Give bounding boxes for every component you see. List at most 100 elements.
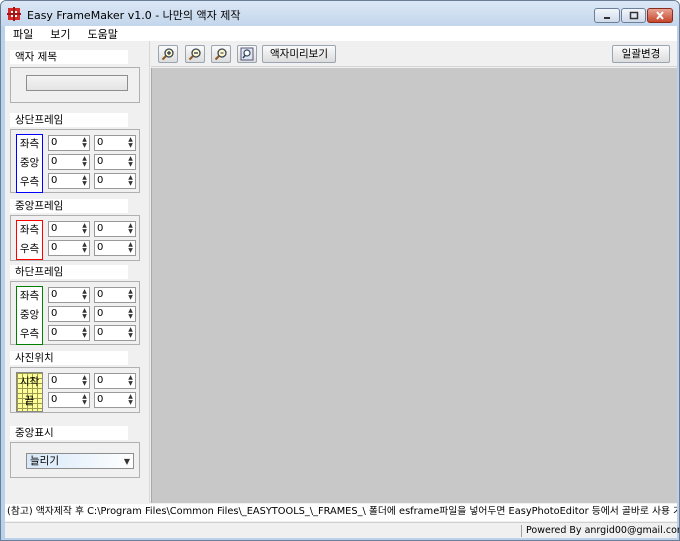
spinner-arrows[interactable]: ▲ ▼ (126, 155, 135, 169)
zoom-out-button[interactable] (185, 45, 205, 63)
bottom-center-label: 중앙 (19, 309, 40, 321)
spinner-arrows[interactable]: ▲ ▼ (80, 374, 89, 388)
photo-end-value1-spinner[interactable]: 0 ▲ ▼ (48, 392, 90, 408)
bottom-right-label: 우측 (19, 328, 40, 340)
photo-position-label: 사진위치 (10, 351, 128, 365)
info-note: (참고) 액자제작 후 C:\Program Files\Common File… (5, 504, 677, 521)
center-display-select[interactable]: 늘리기 ▼ (26, 453, 134, 469)
window-title: Easy FrameMaker v1.0 - 나만의 액자 제작 (27, 9, 241, 22)
photo-end-label: 끝 (24, 395, 35, 407)
close-icon (656, 11, 664, 20)
center-display-label: 중앙표시 (10, 426, 128, 440)
middle-right-value1-spinner[interactable]: 0 ▲ ▼ (48, 240, 90, 256)
bottom-right-value1-spinner[interactable]: 0 ▲ ▼ (48, 325, 90, 341)
zoom-fit-icon (240, 47, 254, 61)
zoom-in-icon (161, 48, 174, 61)
photo-start-value2-spinner[interactable]: 0 ▲ ▼ (94, 373, 136, 389)
spinner-arrows[interactable]: ▲ ▼ (80, 222, 89, 236)
spinner-value: 0 (51, 242, 58, 253)
spinner-value: 0 (97, 242, 104, 253)
batch-change-button[interactable]: 일괄변경 (612, 45, 670, 63)
top-right-value2-spinner[interactable]: 0 ▲ ▼ (94, 173, 136, 189)
top-left-label: 좌측 (19, 138, 40, 150)
top-right-label: 우측 (19, 176, 40, 188)
top-left-value2-spinner[interactable]: 0 ▲ ▼ (94, 135, 136, 151)
middle-left-value2-spinner[interactable]: 0 ▲ ▼ (94, 221, 136, 237)
menu-help[interactable]: 도움말 (80, 26, 127, 42)
frame-title-input[interactable] (26, 75, 128, 91)
spinner-arrows[interactable]: ▲ ▼ (80, 326, 89, 340)
close-button[interactable] (647, 8, 673, 23)
spinner-arrows[interactable]: ▲ ▼ (80, 393, 89, 407)
spinner-arrows[interactable]: ▲ ▼ (80, 288, 89, 302)
spinner-value: 0 (51, 308, 58, 319)
bottom-center-value2-spinner[interactable]: 0 ▲ ▼ (94, 306, 136, 322)
spinner-value: 0 (51, 327, 58, 338)
spinner-arrows[interactable]: ▲ ▼ (126, 241, 135, 255)
photo-start-value1-spinner[interactable]: 0 ▲ ▼ (48, 373, 90, 389)
middle-right-value2-spinner[interactable]: 0 ▲ ▼ (94, 240, 136, 256)
spinner-value: 0 (97, 156, 104, 167)
spinner-arrows[interactable]: ▲ ▼ (126, 374, 135, 388)
spinner-arrows[interactable]: ▲ ▼ (80, 174, 89, 188)
maximize-button[interactable] (621, 8, 646, 23)
spinner-arrows[interactable]: ▲ ▼ (80, 241, 89, 255)
spinner-arrows[interactable]: ▲ ▼ (126, 326, 135, 340)
menu-bar: 파일 보기 도움말 (5, 26, 677, 41)
middle-left-value1-spinner[interactable]: 0 ▲ ▼ (48, 221, 90, 237)
middle-frame-group: 좌측 우측 0 ▲ ▼ 0 ▲ ▼ 0 ▲ ▼ 0 ▲ ▼ (10, 215, 140, 261)
photo-start-label: 시작 (19, 376, 40, 388)
menu-file[interactable]: 파일 (5, 26, 42, 42)
spinner-arrows[interactable]: ▲ ▼ (80, 155, 89, 169)
spinner-arrows[interactable]: ▲ ▼ (80, 307, 89, 321)
spinner-value: 0 (97, 394, 104, 405)
top-center-value1-spinner[interactable]: 0 ▲ ▼ (48, 154, 90, 170)
maximize-icon (629, 11, 638, 20)
bottom-left-value2-spinner[interactable]: 0 ▲ ▼ (94, 287, 136, 303)
top-right-value1-spinner[interactable]: 0 ▲ ▼ (48, 173, 90, 189)
top-center-value2-spinner[interactable]: 0 ▲ ▼ (94, 154, 136, 170)
minimize-button[interactable] (594, 8, 620, 23)
spinner-value: 0 (51, 394, 58, 405)
spinner-value: 0 (51, 137, 58, 148)
menu-view[interactable]: 보기 (42, 26, 79, 42)
spinner-value: 0 (51, 223, 58, 234)
spinner-arrows[interactable]: ▲ ▼ (126, 222, 135, 236)
photo-position-group: 시작 끝 0 ▲ ▼ 0 ▲ ▼ 0 ▲ ▼ 0 ▲ ▼ (10, 367, 140, 413)
bottom-center-value1-spinner[interactable]: 0 ▲ ▼ (48, 306, 90, 322)
frame-title-label: 액자 제목 (10, 50, 128, 64)
bottom-left-value1-spinner[interactable]: 0 ▲ ▼ (48, 287, 90, 303)
middle-left-label: 좌측 (19, 224, 40, 236)
spinner-arrows[interactable]: ▲ ▼ (126, 174, 135, 188)
spinner-value: 0 (97, 327, 104, 338)
photo-position-labels: 시작 끝 (16, 372, 43, 412)
left-settings-panel: 액자 제목 상단프레임 좌측 중앙 우측 0 ▲ ▼ 0 ▲ ▼ 0 ▲ ▼ 0 ▲ ▼ 0 ▲ ▼… (5, 41, 150, 503)
spinner-arrows[interactable]: ▲ ▼ (126, 136, 135, 150)
photo-end-value2-spinner[interactable]: 0 ▲ ▼ (94, 392, 136, 408)
zoom-fit-button[interactable] (237, 45, 257, 63)
title-bar[interactable]: Easy FrameMaker v1.0 - 나만의 액자 제작 (1, 1, 679, 26)
bottom-frame-label: 하단프레임 (10, 265, 128, 279)
spinner-arrows[interactable]: ▲ ▼ (126, 307, 135, 321)
zoom-in-button[interactable] (158, 45, 178, 63)
spinner-value: 0 (97, 375, 104, 386)
zoom-reset-button[interactable] (211, 45, 231, 63)
spinner-value: 0 (97, 137, 104, 148)
bottom-right-value2-spinner[interactable]: 0 ▲ ▼ (94, 325, 136, 341)
spinner-value: 0 (97, 223, 104, 234)
client-area: 액자 제목 상단프레임 좌측 중앙 우측 0 ▲ ▼ 0 ▲ ▼ 0 ▲ ▼ 0 ▲ ▼ 0 ▲ ▼… (5, 41, 680, 538)
frame-preview-button[interactable]: 액자미리보기 (262, 45, 336, 63)
spinner-arrows[interactable]: ▲ ▼ (126, 288, 135, 302)
preview-canvas[interactable] (151, 68, 677, 503)
spinner-arrows[interactable]: ▲ ▼ (126, 393, 135, 407)
chevron-down-icon[interactable]: ▼ (124, 455, 130, 469)
spinner-value: 0 (97, 175, 104, 186)
bottom-frame-group: 좌측 중앙 우측 0 ▲ ▼ 0 ▲ ▼ 0 ▲ ▼ 0 ▲ ▼ 0 ▲ ▼ 0 ▲ ▼ (10, 281, 140, 345)
spinner-arrows[interactable]: ▲ ▼ (80, 136, 89, 150)
status-text: Powered By anrgid00@gmail.com (526, 525, 680, 536)
spinner-value: 0 (97, 308, 104, 319)
app-frame-icon (7, 7, 21, 21)
toolbar: 액자미리보기 일괄변경 (151, 41, 677, 67)
spinner-value: 0 (51, 289, 58, 300)
top-left-value1-spinner[interactable]: 0 ▲ ▼ (48, 135, 90, 151)
